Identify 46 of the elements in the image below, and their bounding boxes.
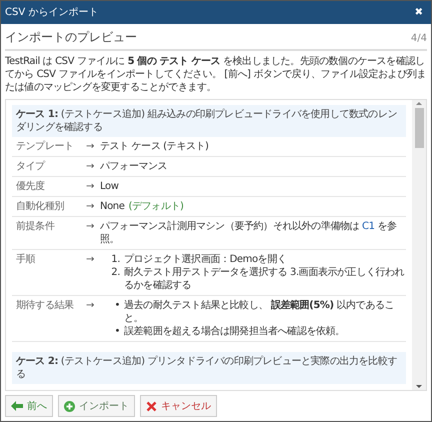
list-item-text: プロジェクト選択画面：Demoを開く xyxy=(124,253,287,266)
field-label: テンプレート xyxy=(15,140,75,153)
arrow-icon: → xyxy=(86,299,100,338)
cancel-button[interactable]: キャンセル xyxy=(140,395,217,417)
close-icon xyxy=(146,400,157,412)
field-label: 期待する結果 xyxy=(15,299,75,313)
intro-text: TestRail は CSV ファイルに 5 個の テスト ケース を検出しました。先頭の数個のケースを確認してから CSV ファイルをインポートしてください。 [前へ] ボタンで戻り、ファイル設定および列または値のマッピングを変更することができます。 xyxy=(5,55,427,94)
back-button[interactable]: 前へ xyxy=(5,395,53,417)
field-value: パフォーマンス xyxy=(100,161,168,172)
field-label: 優先度 xyxy=(15,180,46,193)
arrow-icon: → xyxy=(86,220,100,246)
scroll-down-icon[interactable] xyxy=(416,385,422,388)
arrow-icon: → xyxy=(86,180,100,193)
back-arrow-icon xyxy=(11,401,23,411)
default-note: (デフォルト) xyxy=(128,200,184,213)
plus-circle-icon xyxy=(64,400,75,412)
section-title: インポートのプレビュー xyxy=(5,29,137,46)
field-value: Low xyxy=(100,181,118,192)
field-value: None xyxy=(100,200,124,213)
field-label: 前提条件 xyxy=(15,220,56,234)
scrollbar[interactable] xyxy=(412,100,426,390)
case-link[interactable]: C1 xyxy=(362,221,375,232)
list-number: 1. xyxy=(110,253,120,266)
case-title: ケース 1: (テストケース追加) 組み込みの印刷プレビュードライバを使用して数式のレンダリングを確認する xyxy=(12,105,406,137)
field-label: 手順 xyxy=(15,253,36,267)
window-title: CSV からインポート xyxy=(5,6,98,20)
field-label: 自動化種別 xyxy=(15,200,66,213)
bullet-icon: • xyxy=(108,325,120,338)
list-item-text: 過去の耐久テスト結果と比較し、 誤差範囲(5%) 以内であること。 xyxy=(124,299,396,325)
case-title: ケース 2: (テストケース追加) プリンタドライバの印刷プレビューと実際の出力を比較する xyxy=(12,352,406,384)
field-value: パフォーマンス計測用マシン（要予約）それ以外の準備物は C1 を参照。 xyxy=(100,221,397,245)
import-button[interactable]: インポート xyxy=(58,395,135,417)
list-number: 2. xyxy=(110,266,120,280)
scroll-up-icon[interactable] xyxy=(416,102,422,105)
list-item-text: 誤差範囲を超える場合は開発担当者へ確認を依頼。 xyxy=(124,325,345,338)
scroll-thumb[interactable] xyxy=(414,108,424,148)
close-button[interactable]: ✖ xyxy=(410,5,427,20)
bullet-icon: • xyxy=(108,299,120,325)
arrow-icon: → xyxy=(86,253,100,292)
list-item-text: 耐久テスト用テストデータを選択する 3.画面表示が正しく行われるかを確認する xyxy=(124,266,406,292)
step-counter: 4/4 xyxy=(410,32,427,46)
field-label: タイプ xyxy=(15,160,46,173)
field-value: テスト ケース (テキスト) xyxy=(100,141,209,152)
arrow-icon: → xyxy=(86,140,100,153)
arrow-icon: → xyxy=(86,200,100,213)
arrow-icon: → xyxy=(86,160,100,173)
